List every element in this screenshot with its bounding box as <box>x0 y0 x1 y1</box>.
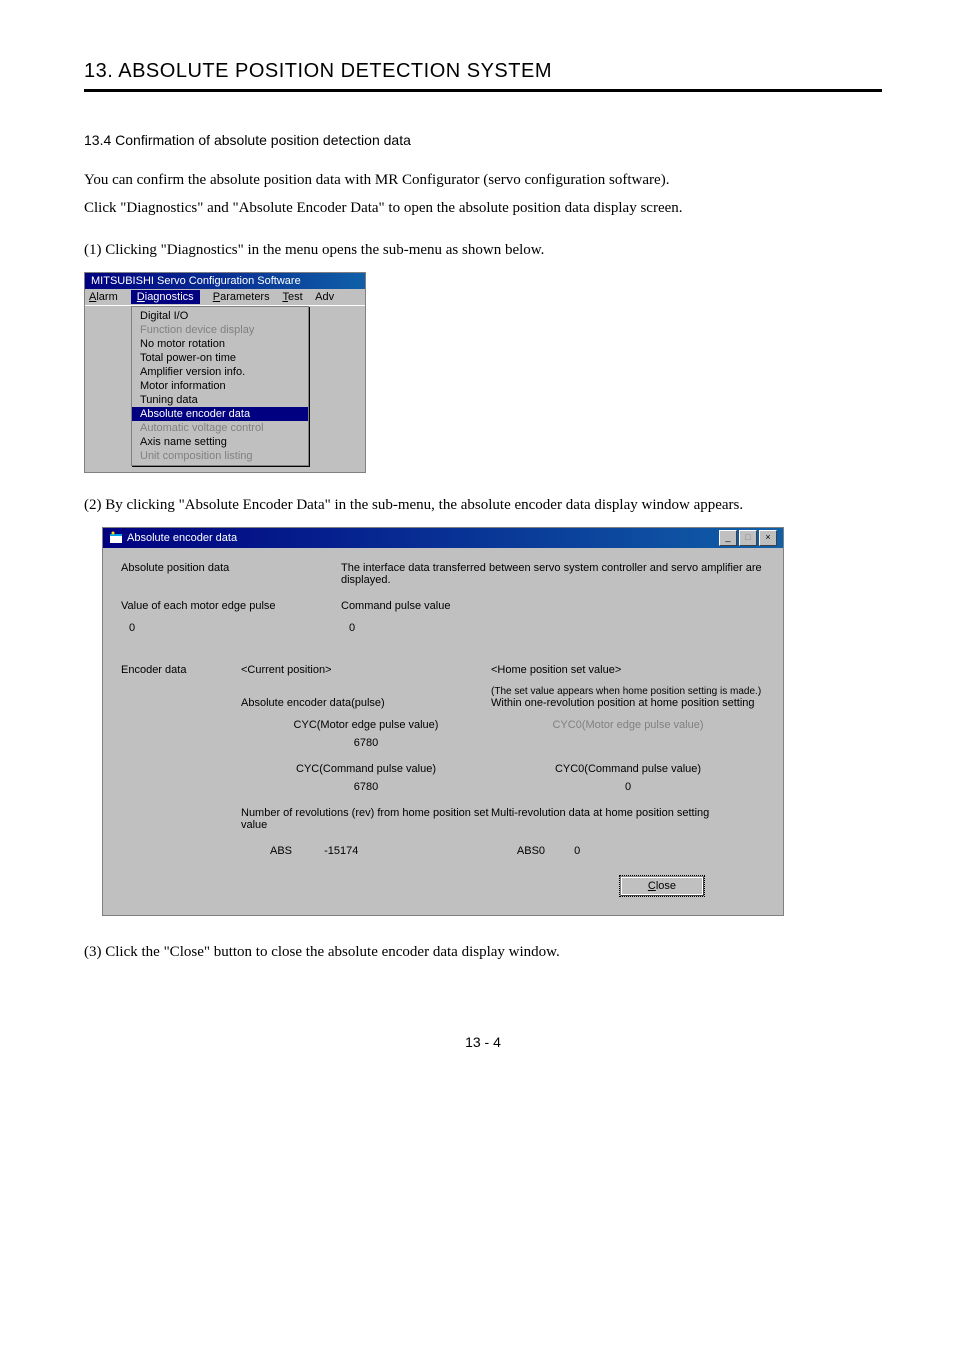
menu-diagnostics[interactable]: Diagnostics <box>131 290 200 304</box>
edge-pulse-value: 0 <box>121 622 349 634</box>
chapter-title: 13. ABSOLUTE POSITION DETECTION SYSTEM <box>84 60 882 83</box>
abs-pos-desc: The interface data transferred between s… <box>341 562 765 586</box>
home-one-rev-label: Within one-revolution position at home p… <box>491 697 765 709</box>
diagnostics-dropdown: Digital I/O Function device display No m… <box>131 306 309 466</box>
menu-screenshot: MITSUBISHI Servo Configuration Software … <box>84 272 366 473</box>
chapter-rule <box>84 89 882 92</box>
menu-adv[interactable]: Adv <box>315 291 334 303</box>
step-2-text: (2) By clicking "Absolute Encoder Data" … <box>84 493 882 517</box>
mi-tuning-data[interactable]: Tuning data <box>132 393 308 407</box>
menu-alarm[interactable]: AAlarmlarm <box>89 291 118 303</box>
abs0-value: 0 <box>574 845 634 857</box>
dialog-icon <box>109 531 123 545</box>
abs-enc-data-label: Absolute encoder data(pulse) <box>241 697 491 709</box>
home-position-head: <Home position set value> <box>491 664 765 676</box>
cyc-cmd-value: 6780 <box>241 781 491 793</box>
abs-label: ABS <box>241 845 321 857</box>
mi-auto-voltage: Automatic voltage control <box>132 421 308 435</box>
step-3-text: (3) Click the "Close" button to close th… <box>84 940 882 964</box>
ui-titlebar: MITSUBISHI Servo Configuration Software <box>85 273 365 289</box>
cyc-motor-label: CYC(Motor edge pulse value) <box>241 719 491 731</box>
abs0-label: ABS0 <box>491 845 571 857</box>
mi-digital-io[interactable]: Digital I/O <box>132 309 308 323</box>
current-position-head: <Current position> <box>241 664 491 676</box>
command-pulse-label: Command pulse value <box>341 600 765 612</box>
mi-axis-name[interactable]: Axis name setting <box>132 435 308 449</box>
command-pulse-value: 0 <box>349 622 765 634</box>
mi-motor-info[interactable]: Motor information <box>132 379 308 393</box>
abs-value: -15174 <box>324 845 404 857</box>
cyc0-cmd-value: 0 <box>491 781 765 793</box>
maximize-button: □ <box>739 530 757 546</box>
page-number: 13 - 4 <box>84 1034 882 1050</box>
mi-amp-version[interactable]: Amplifier version info. <box>132 365 308 379</box>
mi-function-device: Function device display <box>132 323 308 337</box>
mi-total-power[interactable]: Total power-on time <box>132 351 308 365</box>
cyc0-motor-label: CYC0(Motor edge pulse value) <box>491 719 765 731</box>
mi-abs-encoder[interactable]: Absolute encoder data <box>132 407 308 421</box>
close-x-button[interactable]: × <box>759 530 777 546</box>
abs-pos-label: Absolute position data <box>121 562 341 586</box>
mi-unit-comp: Unit composition listing <box>132 449 308 463</box>
intro-line-1: You can confirm the absolute position da… <box>84 168 882 192</box>
menu-test[interactable]: Test <box>282 291 302 303</box>
multi-rev-label: Multi-revolution data at home position s… <box>491 807 765 831</box>
minimize-button[interactable]: _ <box>719 530 737 546</box>
dialog-title-text: Absolute encoder data <box>127 532 237 544</box>
edge-pulse-label: Value of each motor edge pulse <box>121 600 341 612</box>
encoder-data-label: Encoder data <box>121 664 241 676</box>
cyc-cmd-label: CYC(Command pulse value) <box>241 763 491 775</box>
close-button[interactable]: CCloselose <box>619 875 705 897</box>
dialog-titlebar: Absolute encoder data _ □ × <box>103 528 783 548</box>
intro-line-2: Click "Diagnostics" and "Absolute Encode… <box>84 196 882 220</box>
rev-from-home-label: Number of revolutions (rev) from home po… <box>241 807 491 831</box>
home-note: (The set value appears when home positio… <box>491 686 765 697</box>
mi-no-motor-rot[interactable]: No motor rotation <box>132 337 308 351</box>
cyc-motor-value: 6780 <box>241 737 491 749</box>
section-title: 13.4 Confirmation of absolute position d… <box>84 132 882 148</box>
step-1-text: (1) Clicking "Diagnostics" in the menu o… <box>84 238 882 262</box>
cyc0-cmd-label: CYC0(Command pulse value) <box>491 763 765 775</box>
abs-encoder-dialog: Absolute encoder data _ □ × Absolute pos… <box>102 527 784 916</box>
ui-menubar: AAlarmlarm Diagnostics Parameters Test A… <box>85 289 365 306</box>
menu-parameters[interactable]: Parameters <box>213 291 270 303</box>
